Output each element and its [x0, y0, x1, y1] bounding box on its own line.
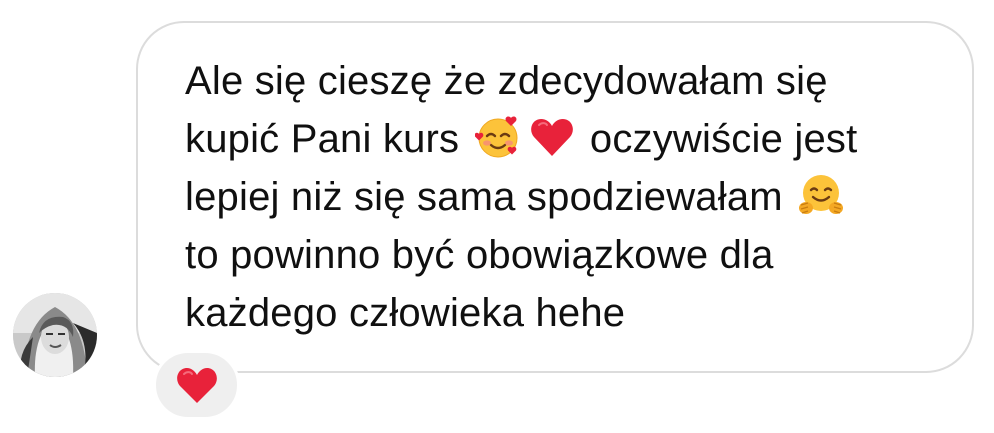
message-line-2-end: oczywiście jest	[589, 117, 858, 161]
reaction-badge[interactable]	[153, 350, 240, 420]
red-heart-icon	[529, 114, 575, 160]
message-line-1: Ale się cieszę że zdecydowałam się	[185, 59, 828, 103]
red-heart-icon	[175, 365, 219, 405]
message-line-3: lepiej niż się sama spodziewałam	[185, 168, 955, 226]
avatar-photo	[13, 293, 97, 377]
message-text: Ale się cieszę że zdecydowałam się kupić…	[185, 52, 955, 342]
message-line-2-start: kupić Pani kurs	[185, 117, 460, 161]
message-line-2: kupić Pani kurs oczywiście jest	[185, 110, 955, 168]
smiling-face-with-hearts-icon	[474, 114, 521, 160]
message-line-3-text: lepiej niż się sama spodziewałam	[185, 175, 783, 219]
hugging-face-icon	[798, 172, 844, 218]
message-line-4: to powinno być obowiązkowe dla	[185, 233, 774, 277]
sender-avatar[interactable]	[13, 293, 97, 377]
message-line-5: każdego człowieka hehe	[185, 291, 626, 335]
